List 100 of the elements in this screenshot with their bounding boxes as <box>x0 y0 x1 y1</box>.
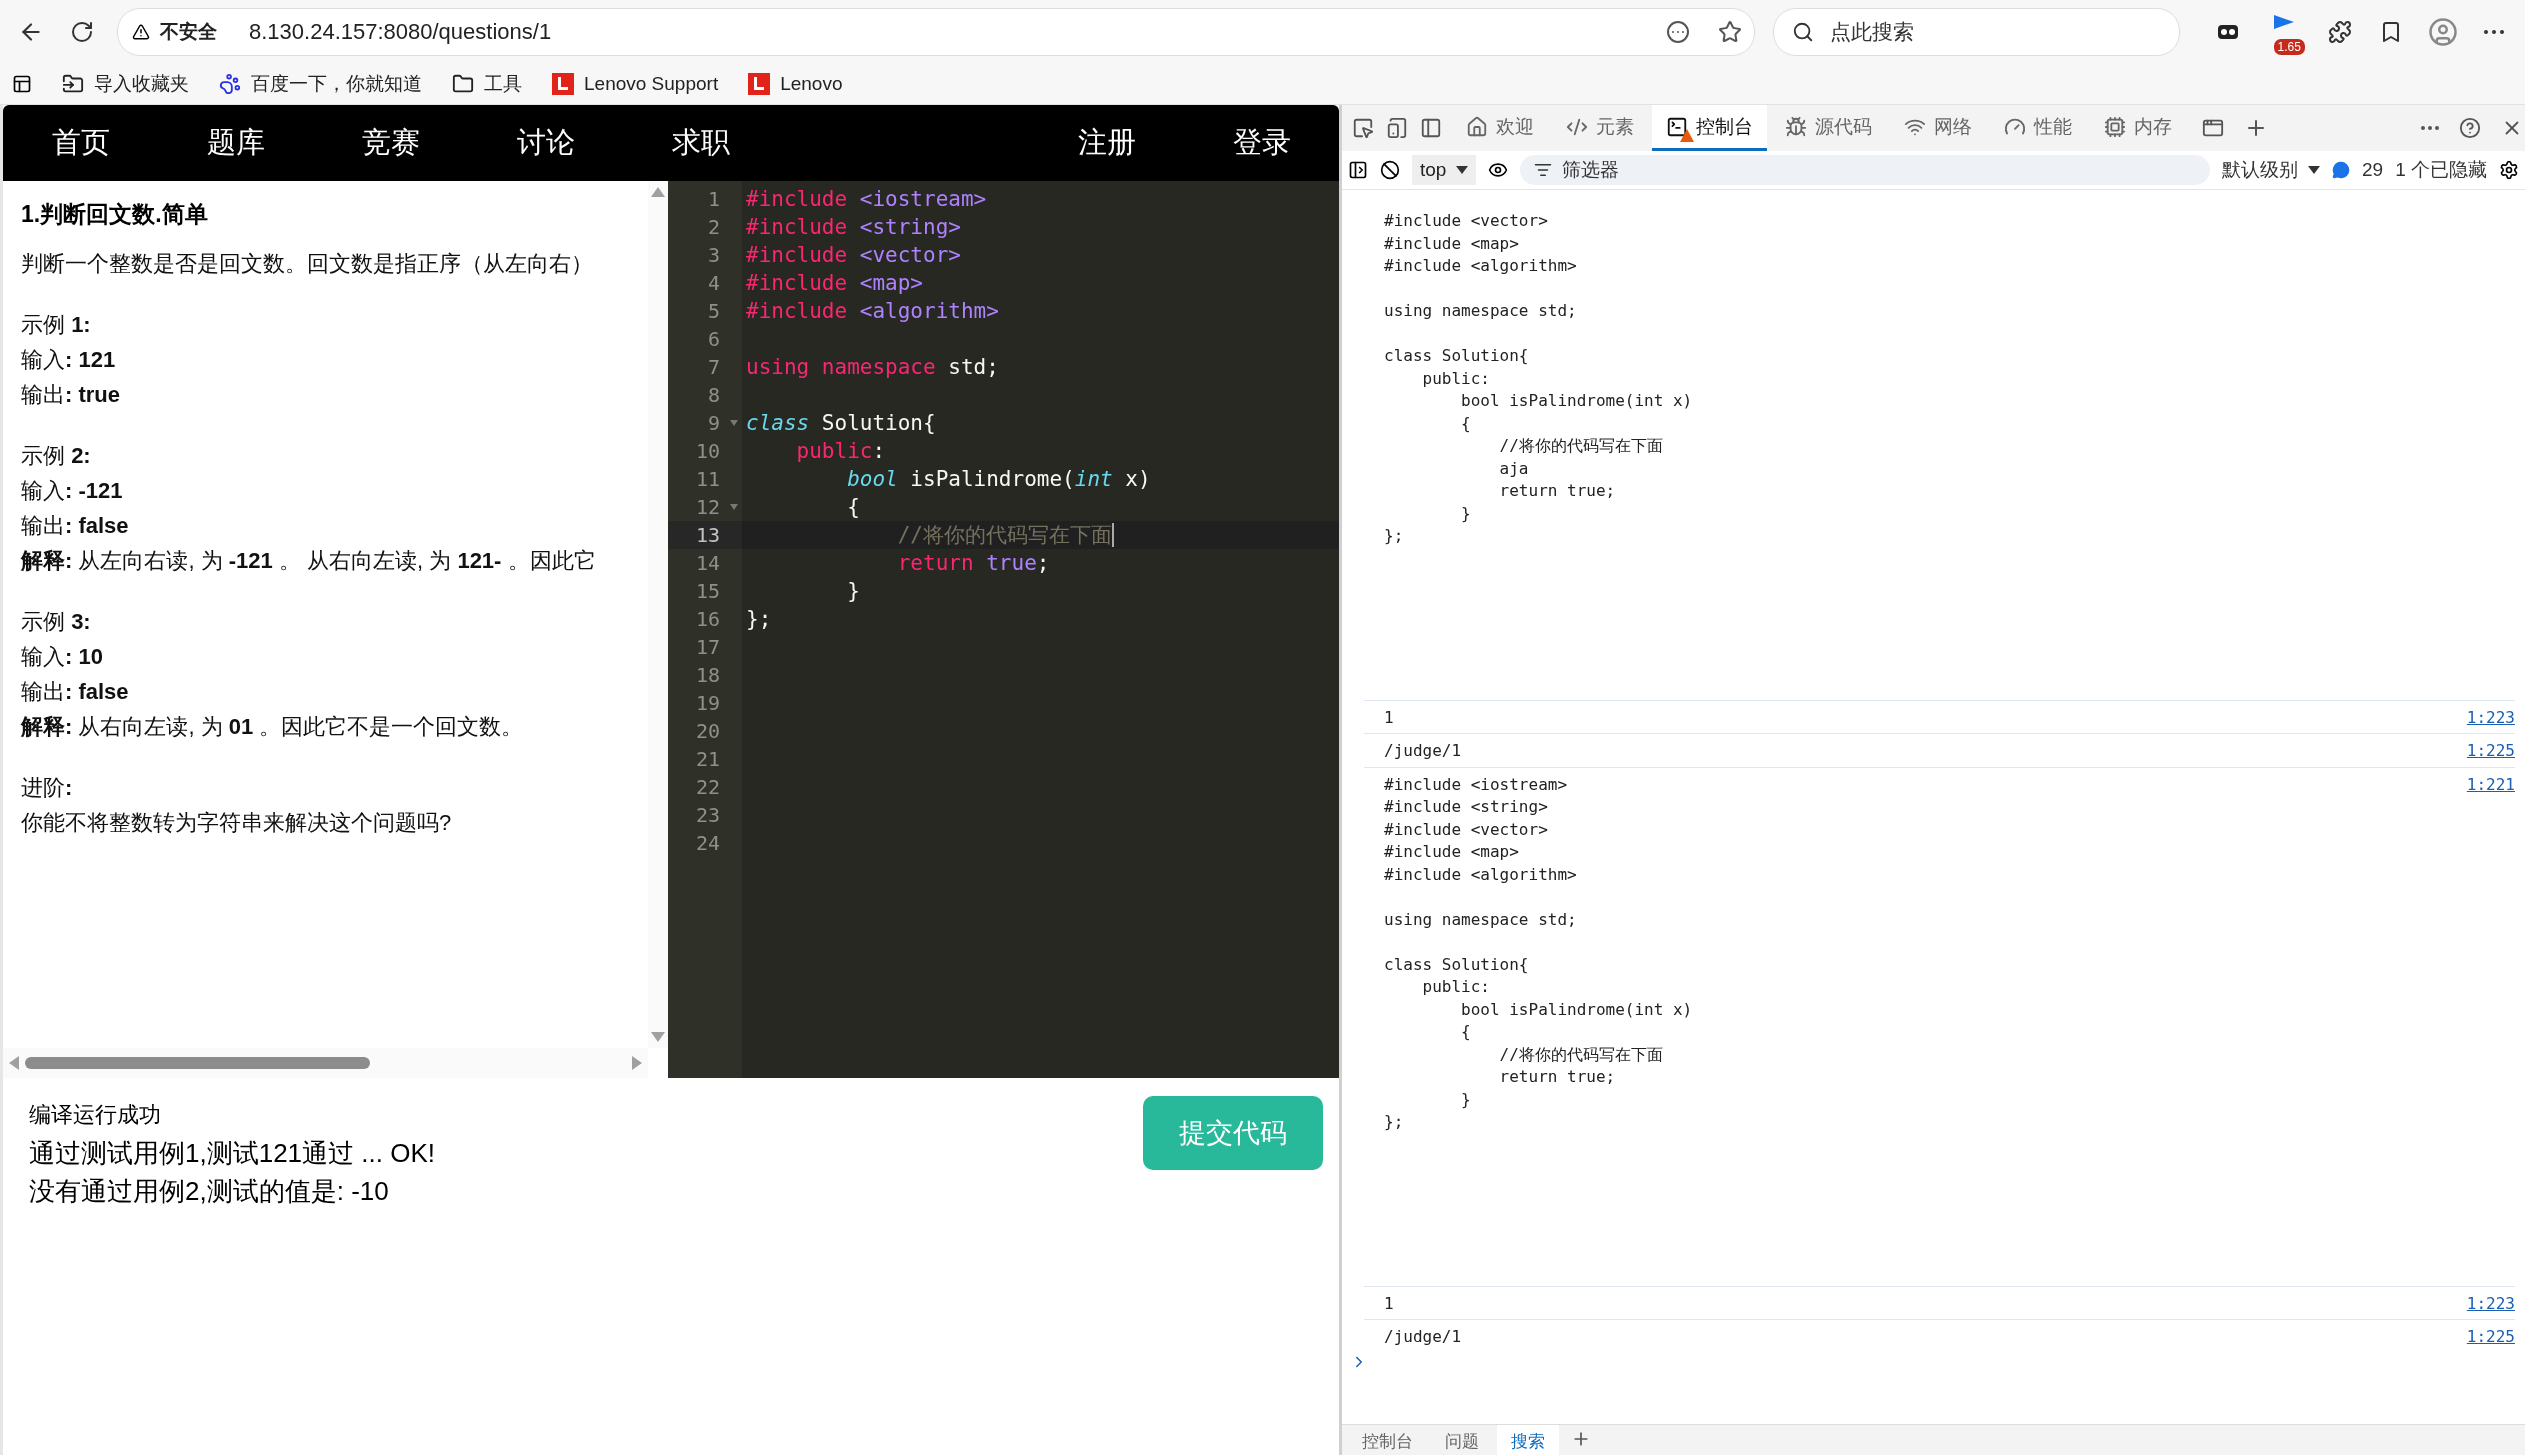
count-badge: 1.65 <box>2273 39 2305 55</box>
puzzle-icon <box>2327 20 2352 44</box>
terminal-icon <box>1666 115 1688 138</box>
source-link[interactable]: 1:225 <box>2466 740 2515 763</box>
bookmark-link[interactable]: 百度一下，你就知道 <box>219 71 422 97</box>
device-icon[interactable] <box>1386 117 1408 139</box>
more-icon <box>2484 30 2505 34</box>
bookmark-link[interactable]: Lenovo <box>748 73 843 95</box>
source-link[interactable]: 1:223 <box>2466 706 2515 729</box>
reader-icon[interactable] <box>1666 20 1690 44</box>
line-number: 18 <box>695 663 720 687</box>
nav-link[interactable]: 注册 <box>1029 123 1184 163</box>
inspect-icon[interactable] <box>1352 117 1374 139</box>
devtools-tab[interactable]: 性能 <box>1990 105 2086 151</box>
code-line: #include <iostream> <box>746 187 987 211</box>
fold-arrow-icon[interactable] <box>730 420 738 426</box>
line-number: 24 <box>695 831 720 855</box>
line-number: 7 <box>707 355 720 379</box>
problem-text: 输出: false <box>21 678 130 706</box>
line-number: 3 <box>707 243 720 267</box>
devtools-tab[interactable]: 欢迎 <box>1452 105 1548 151</box>
code-line: #include <algorithm> <box>746 299 999 323</box>
source-link[interactable]: 1:225 <box>2466 1326 2515 1349</box>
code-line: //将你的代码写在下面 <box>896 522 1112 549</box>
result-text: 通过测试用例1,测试121通过 ... OK! <box>29 1137 435 1170</box>
message-icon <box>2332 161 2350 179</box>
import-folder-icon <box>62 73 84 95</box>
drawer-tab[interactable]: 搜索 <box>1497 1425 1559 1455</box>
bookmark-link[interactable]: 导入收藏夹 <box>62 71 189 97</box>
problem-text: 进阶: <box>21 774 74 802</box>
folder-icon <box>452 73 474 95</box>
reload-icon <box>70 20 95 44</box>
nav-link[interactable]: 登录 <box>1184 123 1339 163</box>
more-icon[interactable] <box>2421 126 2439 130</box>
code-line: public: <box>795 439 886 463</box>
message-count: 29 <box>2362 159 2384 181</box>
line-number: 19 <box>695 691 720 715</box>
filter-field[interactable]: 筛选器 <box>1520 155 2210 185</box>
line-number: 17 <box>695 635 720 659</box>
console-message: 1 <box>1384 706 1394 729</box>
warning-icon <box>132 23 150 41</box>
devtools-tab[interactable]: 元素 <box>1552 105 1648 151</box>
line-number: 10 <box>695 439 720 463</box>
search-field[interactable]: 点此搜索 <box>1773 8 2180 56</box>
bug-icon <box>1785 115 1807 138</box>
problem-text: 输入: -121 <box>21 477 124 505</box>
problem-text: 示例 3: <box>21 608 92 636</box>
sidebar-icon[interactable] <box>12 74 32 94</box>
code-line: class Solution{ <box>746 411 936 435</box>
security-label: 不安全 <box>160 20 217 44</box>
code-line: return true; <box>896 551 1050 575</box>
eye-icon[interactable] <box>1488 160 1509 180</box>
line-number: 12 <box>695 495 720 519</box>
nav-link[interactable]: 首页 <box>3 123 158 163</box>
drawer-tab[interactable]: 问题 <box>1431 1425 1493 1455</box>
extension-button[interactable]: 1.65 <box>2263 9 2305 55</box>
line-number: 1 <box>707 187 720 211</box>
sidebar-toggle-icon[interactable] <box>1348 160 1368 180</box>
text-cursor <box>1112 523 1114 547</box>
favorite-star-icon[interactable] <box>1718 20 1742 44</box>
devtools-tab[interactable]: 控制台 <box>1652 105 1767 151</box>
source-link[interactable]: 1:223 <box>2466 1292 2515 1315</box>
level-dropdown[interactable]: 默认级别 <box>2222 157 2320 183</box>
problem-text: 输出: false <box>21 512 130 540</box>
nav-link[interactable]: 讨论 <box>468 123 623 163</box>
line-number: 6 <box>707 327 720 351</box>
settings-icon[interactable] <box>2499 160 2519 180</box>
bookmark-link[interactable]: 工具 <box>452 71 522 97</box>
devtools-tab[interactable]: 网络 <box>1890 105 1986 151</box>
source-link[interactable]: 1:221 <box>2466 773 2515 1134</box>
address-bar[interactable]: 不安全 8.130.24.157:8080/questions/1 <box>117 8 1755 56</box>
console-message: #include <iostream> #include <string> #include <vector> #include <map> #include <algorithm> using namespace std; class Solution{ public: bool isPalindrome(int x) { //将你的代码写在下面 return true; } }; <box>1384 773 1693 1133</box>
caret-icon <box>1456 166 1469 174</box>
code-line: #include <string> <box>746 215 961 239</box>
bookmark-link[interactable]: Lenovo Support <box>552 73 719 95</box>
devtools-tab[interactable]: 内存 <box>2090 105 2186 151</box>
line-number: 22 <box>695 775 720 799</box>
help-icon[interactable] <box>2459 117 2481 139</box>
drawer-tab[interactable]: 控制台 <box>1348 1425 1427 1455</box>
code-line: #include <vector> <box>746 243 961 267</box>
status-text: 编译运行成功 <box>29 1101 162 1129</box>
problem-title: 1.判断回文数.简单 <box>21 200 209 229</box>
problem-text: 输入: 10 <box>21 643 104 671</box>
line-number: 13 <box>695 523 720 547</box>
problem-text: 输出: true <box>21 381 121 409</box>
scrollbar-thumb[interactable] <box>25 1057 370 1069</box>
console-message: /judge/1 <box>1384 740 1462 762</box>
dock-icon[interactable] <box>1420 117 1442 139</box>
devtools-tab[interactable]: 源代码 <box>1771 105 1886 151</box>
nav-link[interactable]: 竞赛 <box>313 123 468 163</box>
problem-text: 解释: 从右向左读, 为 01 。因此它不是一个回文数。 <box>21 713 525 741</box>
caret-icon <box>2308 166 2320 174</box>
fold-arrow-icon[interactable] <box>730 504 738 510</box>
nav-link[interactable]: 题库 <box>158 123 313 163</box>
nav-link[interactable]: 求职 <box>623 123 778 163</box>
context-dropdown[interactable]: top <box>1412 155 1477 185</box>
clear-icon[interactable] <box>1380 160 1400 180</box>
lenovo-logo-icon <box>748 73 771 95</box>
line-number: 23 <box>695 803 720 827</box>
window-icon[interactable] <box>2202 117 2224 139</box>
